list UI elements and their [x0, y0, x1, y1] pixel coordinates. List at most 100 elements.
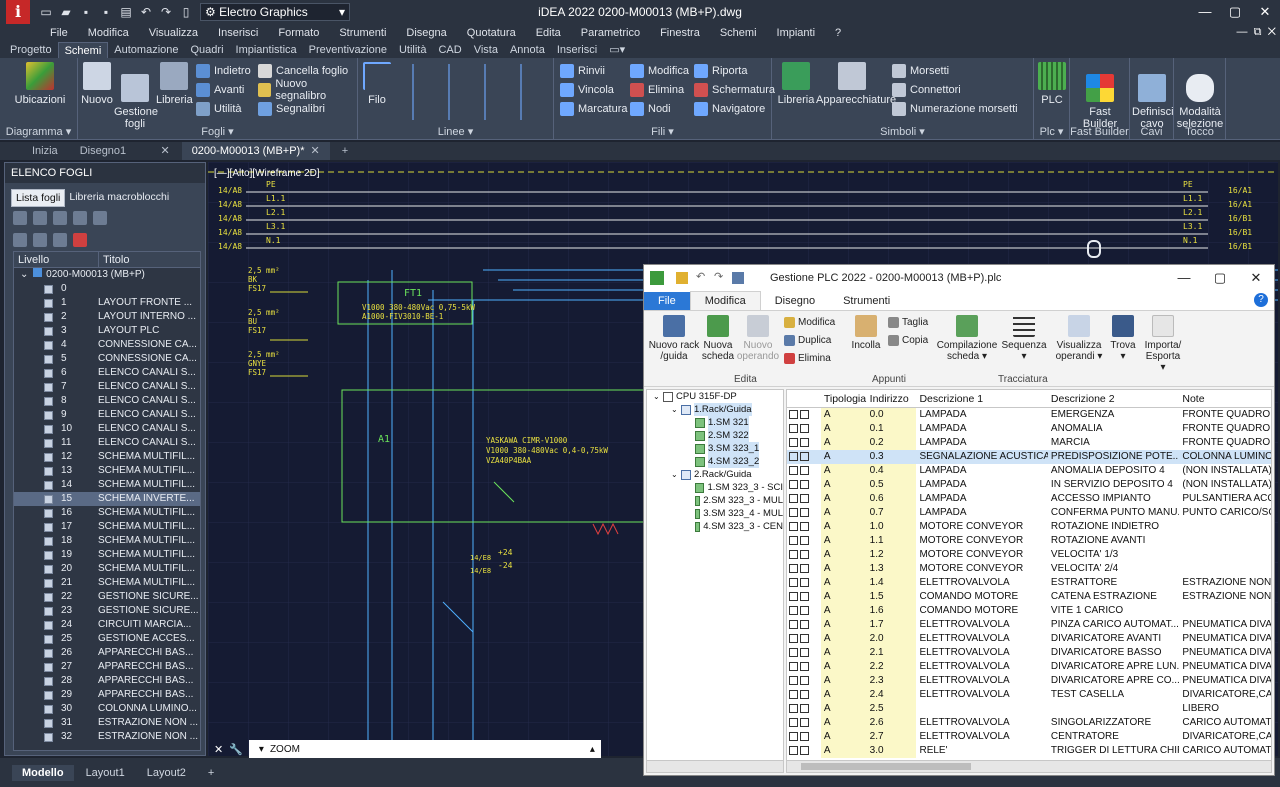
io-row[interactable]: A 1.5 COMANDO MOTORE CATENA ESTRAZIONE ESTRA… [787, 590, 1271, 604]
cell[interactable]: EMERGENZA [1048, 408, 1179, 422]
navigatore-button[interactable]: Navigatore [694, 100, 765, 118]
col-titolo[interactable]: Titolo [98, 252, 200, 267]
sheet-row[interactable]: 5 CONNESSIONE CA... [14, 352, 200, 366]
plc-tree-node[interactable]: 4.SM 323_2 [647, 455, 783, 468]
menu-item-3[interactable]: Inserisci [208, 27, 268, 39]
cell[interactable] [1179, 534, 1271, 548]
edit-icon[interactable] [800, 465, 809, 475]
cell[interactable]: DIVARICATORE,CASELLA [1179, 688, 1271, 702]
copy-icon[interactable] [53, 233, 67, 247]
plc-tree-node[interactable]: 1.SM 321 [647, 416, 783, 429]
cell[interactable]: A [820, 492, 867, 506]
ribbon-tab-8[interactable]: Vista [468, 42, 504, 58]
cell[interactable]: 1.7 [866, 618, 917, 632]
sheet-row[interactable]: 31 ESTRAZIONE NON ... [14, 716, 200, 730]
cell[interactable]: IN SERVIZIO DEPOSITO 4 [1048, 478, 1179, 492]
plc-tree-node[interactable]: 3.SM 323_4 - MUL [647, 507, 783, 520]
ribbon-tab-1[interactable]: Schemi [57, 41, 109, 59]
cell[interactable]: ELETTROVALVOLA [916, 660, 1047, 674]
ribbon-tab-6[interactable]: Utilità [393, 42, 433, 58]
cell[interactable]: A [820, 646, 867, 660]
cell[interactable]: TEST CASELLA [1048, 688, 1179, 702]
simboli-label[interactable]: Simboli ▾ [772, 125, 1033, 138]
cell[interactable]: ROTAZIONE INDIETRO [1048, 520, 1179, 534]
link-icon[interactable] [789, 647, 798, 657]
sheet-add-icon[interactable] [13, 211, 27, 225]
cell[interactable]: ELETTROVALVOLA [916, 716, 1047, 730]
cell[interactable]: A [820, 632, 867, 646]
cell[interactable]: A [820, 688, 867, 702]
visualizza-operandi-button[interactable]: Visualizza operandi ▾ [1054, 315, 1104, 362]
cell[interactable] [1179, 520, 1271, 534]
tab-disegno1[interactable]: Disegno1 ✕ [70, 142, 180, 160]
col-indirizzo[interactable]: Indirizzo [866, 390, 917, 407]
sheet-row[interactable]: 16 SCHEMA MULTIFIL... [14, 506, 200, 520]
cell[interactable]: A [820, 716, 867, 730]
sheet-move-icon[interactable] [53, 211, 67, 225]
plc-menu-file[interactable]: File [644, 292, 690, 310]
definisci-cavo-button[interactable]: Definisci cavo [1132, 62, 1174, 130]
menu-item-6[interactable]: Disegna [396, 27, 456, 39]
cell[interactable]: DIVARICATORE,CASELLA [1179, 730, 1271, 744]
plc-tree-node[interactable]: ⌄ 2.Rack/Guida [647, 468, 783, 481]
indietro-button[interactable]: Indietro [196, 62, 251, 80]
save-as-icon[interactable]: ▪ [98, 4, 114, 20]
redo-icon[interactable]: ↷ [714, 270, 723, 283]
menu-item-10[interactable]: Finestra [650, 27, 710, 39]
undo-icon[interactable]: ↶ [138, 4, 154, 20]
cell[interactable]: A [820, 674, 867, 688]
tab-lista-fogli[interactable]: Lista fogli [11, 189, 66, 207]
modifica-button[interactable]: Modifica [784, 317, 835, 328]
link-icon[interactable] [789, 479, 798, 489]
io-row[interactable]: A 0.0 LAMPADA EMERGENZA FRONTE QUADRO [787, 408, 1271, 422]
io-row[interactable]: A 2.3 ELETTROVALVOLA DIVARICATORE APRE CO..… [787, 674, 1271, 688]
sheet-row[interactable]: 32 ESTRAZIONE NON ... [14, 730, 200, 744]
modifica-filo-button[interactable]: Modifica [630, 62, 689, 80]
io-row[interactable]: A 0.2 LAMPADA MARCIA FRONTE QUADRO [787, 436, 1271, 450]
cell[interactable]: PULSANTIERA ACCESSO [1179, 492, 1271, 506]
sheet-row[interactable]: 29 APPARECCHI BAS... [14, 688, 200, 702]
sheet-row[interactable]: 11 ELENCO CANALI S... [14, 436, 200, 450]
cell[interactable]: A [820, 702, 867, 716]
edit-icon[interactable] [800, 577, 809, 587]
io-row[interactable]: A 1.6 COMANDO MOTORE VITE 1 CARICO [787, 604, 1271, 618]
col-descrizione-1[interactable]: Descrizione 1 [916, 390, 1047, 407]
sheet-row[interactable]: 7 ELENCO CANALI S... [14, 380, 200, 394]
cell[interactable]: 1.3 [866, 562, 917, 576]
riporta-button[interactable]: Riporta [694, 62, 747, 80]
plc-group-label[interactable]: Plc ▾ [1034, 125, 1069, 138]
filo-button[interactable]: Filo [362, 62, 392, 106]
cell[interactable]: A [820, 422, 867, 436]
sheet-row[interactable]: 10 ELENCO CANALI S... [14, 422, 200, 436]
nuova-scheda-button[interactable]: Nuova scheda [700, 315, 736, 362]
menu-item-12[interactable]: Impianti [767, 27, 826, 39]
cell[interactable]: MOTORE CONVEYOR [916, 548, 1047, 562]
sheet-row[interactable]: 30 COLONNA LUMINO... [14, 702, 200, 716]
sheet-row[interactable]: 3 LAYOUT PLC [14, 324, 200, 338]
link-icon[interactable] [789, 717, 798, 727]
cell[interactable]: COMANDO MOTORE [916, 604, 1047, 618]
cell[interactable]: CENTRATORE [1048, 730, 1179, 744]
col-tipologia[interactable]: Tipologia [820, 390, 867, 407]
save-icon[interactable]: ▪ [78, 4, 94, 20]
cell[interactable]: 0.0 [866, 408, 917, 422]
cell[interactable]: MOTORE CONVEYOR [916, 520, 1047, 534]
cell[interactable]: A [820, 730, 867, 744]
grid-horizontal-scrollbar[interactable] [787, 760, 1271, 772]
cell[interactable]: ELETTROVALVOLA [916, 688, 1047, 702]
marcatura-button[interactable]: Marcatura [560, 100, 628, 118]
ubicazioni-button[interactable]: Ubicazioni [12, 62, 68, 106]
segnalibri-button[interactable]: Segnalibri [258, 100, 325, 118]
sheet-row[interactable]: 28 APPARECCHI BAS... [14, 674, 200, 688]
plc-close-button[interactable]: ✕ [1238, 265, 1274, 291]
cell[interactable]: 1.6 [866, 604, 917, 618]
io-row[interactable]: A 2.7 ELETTROVALVOLA CENTRATORE DIVARICATORE… [787, 730, 1271, 744]
edit-icon[interactable] [800, 521, 809, 531]
cell[interactable]: A [820, 618, 867, 632]
cell[interactable]: PUNTO CARICO/SCARICO [1179, 506, 1271, 520]
fogli-label[interactable]: Fogli ▾ [78, 125, 357, 138]
edit-icon[interactable] [800, 647, 809, 657]
cell[interactable]: LAMPADA [916, 492, 1047, 506]
cell[interactable]: MOTORE CONVEYOR [916, 534, 1047, 548]
cell[interactable] [1179, 548, 1271, 562]
